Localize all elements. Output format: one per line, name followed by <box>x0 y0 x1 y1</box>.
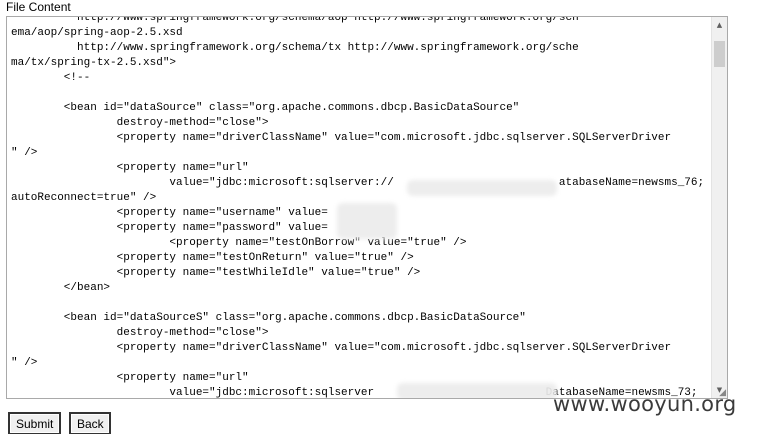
code-line: http://www.springframework.org/schema/tx… <box>11 42 579 54</box>
code-line: <!-- <box>11 72 91 84</box>
back-button[interactable]: Back <box>69 412 111 434</box>
scroll-up-arrow-icon[interactable]: ▲ <box>712 17 727 33</box>
code-line: <property name="url" <box>11 162 249 174</box>
watermark-text: www.wooyun.org <box>553 392 737 416</box>
submit-button[interactable]: Submit <box>8 412 61 434</box>
code-line: value="jdbc:microsoft:sqlserver:// ataba… <box>11 177 705 189</box>
file-content-textarea[interactable]: http://www.springframework.org/schema/ao… <box>6 16 728 399</box>
code-line: <property name="testOnReturn" value="tru… <box>11 252 414 264</box>
code-line: ma/tx/spring-tx-2.5.xsd"> <box>11 57 177 69</box>
code-line: <property name="driverClassName" value="… <box>11 132 672 144</box>
code-line: destroy-method="close"> <box>11 117 269 129</box>
code-line: <bean id="dataSourceS" class="org.apache… <box>11 312 526 324</box>
code-line: " /> <box>11 147 38 159</box>
vertical-scrollbar[interactable]: ▲ ▼ <box>711 17 727 398</box>
code-line: http://www.springframework.org/schema/ao… <box>11 16 579 24</box>
file-content-label: File Content <box>6 0 71 14</box>
code-line: <property name="url" <box>11 372 249 384</box>
code-line: <property name="testWhileIdle" value="tr… <box>11 267 421 279</box>
code-line: <bean id="dataSource" class="org.apache.… <box>11 102 520 114</box>
code-line: " /> <box>11 357 38 369</box>
redaction-blur <box>397 383 557 398</box>
redaction-blur <box>407 180 557 196</box>
code-line: </bean> <box>11 282 111 294</box>
code-line: <property name="driverClassName" value="… <box>11 342 672 354</box>
redaction-blur <box>337 203 397 239</box>
code-line: destroy-method="close"> <box>11 327 269 339</box>
scroll-thumb[interactable] <box>714 41 725 67</box>
code-line: ema/aop/spring-aop-2.5.xsd <box>11 27 183 39</box>
